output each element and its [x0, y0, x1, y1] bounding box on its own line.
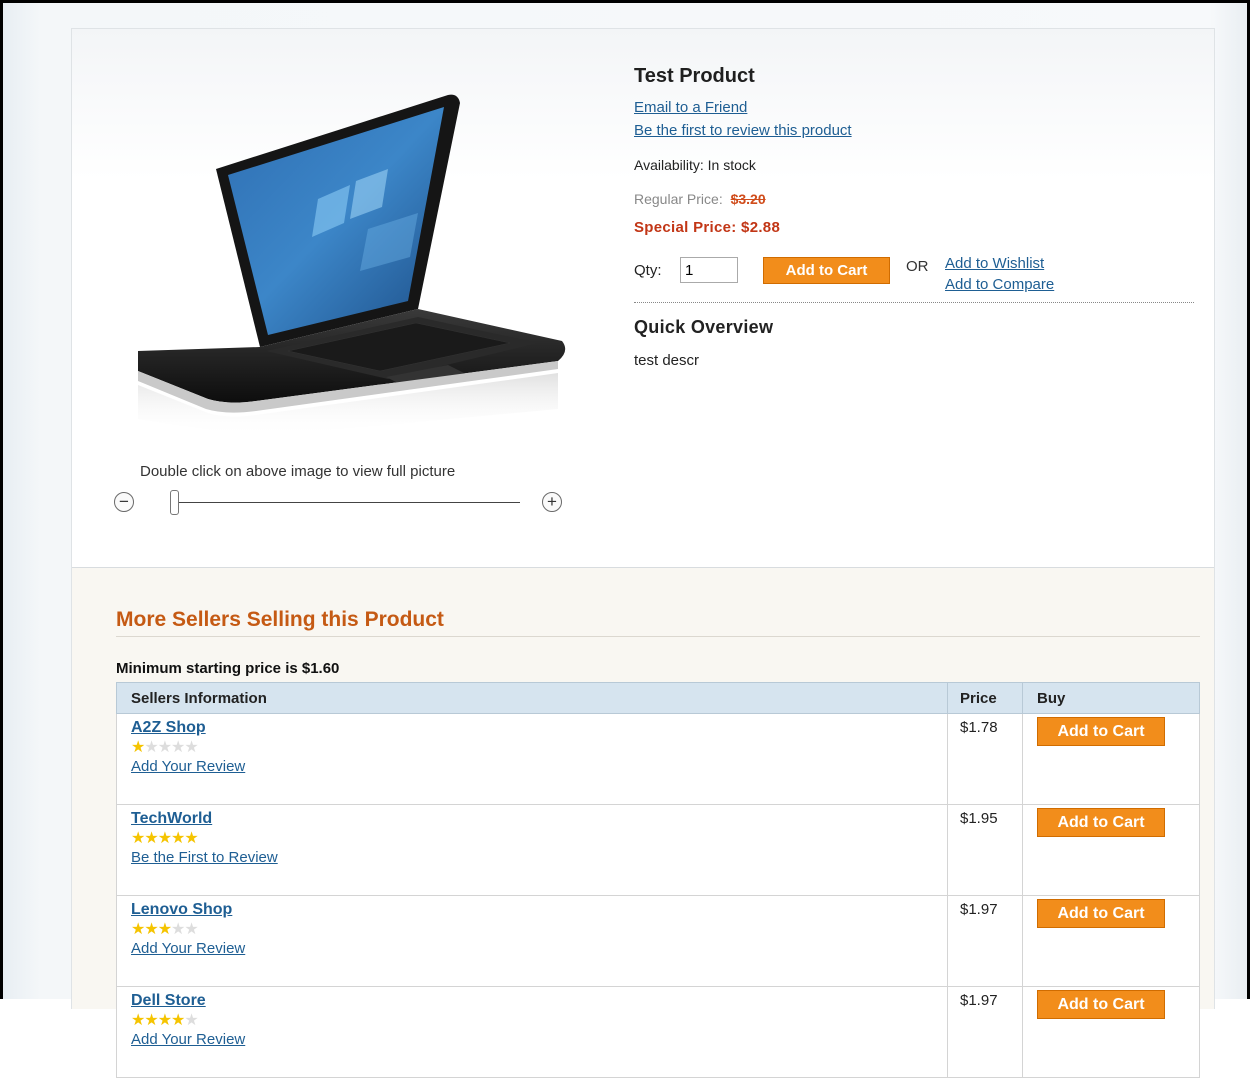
sellers-table: Sellers Information Price Buy A2Z Shop ★…: [116, 682, 1200, 1078]
seller-buy-cell: Add to Cart: [1022, 986, 1200, 1078]
seller-review-link[interactable]: Add Your Review: [131, 940, 245, 957]
add-to-wishlist-link[interactable]: Add to Wishlist: [945, 255, 1044, 272]
zoom-out-icon[interactable]: −: [114, 492, 134, 512]
table-header-row: Sellers Information Price Buy: [116, 682, 1200, 714]
regular-price-label: Regular Price:: [634, 191, 723, 207]
star-empty-icon: ★: [184, 1012, 198, 1029]
header-buy: Buy: [1022, 682, 1200, 714]
star-filled-icon: ★: [131, 1012, 145, 1029]
rating-stars: ★★★★★: [131, 1012, 933, 1030]
star-empty-icon: ★: [184, 739, 198, 756]
seller-price: $1.97: [947, 895, 1023, 987]
seller-name-link[interactable]: A2Z Shop: [131, 719, 933, 737]
star-filled-icon: ★: [157, 921, 172, 938]
star-empty-icon: ★: [144, 739, 158, 756]
table-row: Lenovo Shop ★★★★★ Add Your Review $1.97 …: [116, 895, 1200, 987]
seller-price: $1.95: [947, 804, 1023, 896]
browser-frame: Double click on above image to view full…: [0, 0, 1250, 1078]
seller-review-link[interactable]: Be the First to Review: [131, 849, 278, 866]
sellers-section-title: More Sellers Selling this Product: [116, 608, 444, 631]
rating-stars: ★★★★★: [131, 921, 933, 939]
star-filled-icon: ★: [157, 830, 172, 847]
regular-price: Regular Price: $3.20: [634, 191, 1194, 207]
zoom-track[interactable]: [174, 502, 520, 503]
image-zoom-hint: Double click on above image to view full…: [140, 463, 456, 480]
more-sellers-section: More Sellers Selling this Product Minimu…: [72, 568, 1214, 1078]
header-sellers-info: Sellers Information: [116, 682, 948, 714]
star-filled-icon: ★: [131, 921, 145, 938]
star-empty-icon: ★: [157, 739, 172, 756]
add-to-cart-button[interactable]: Add to Cart: [763, 257, 890, 284]
quick-overview-title: Quick Overview: [634, 317, 774, 337]
star-filled-icon: ★: [171, 830, 185, 847]
star-filled-icon: ★: [131, 830, 145, 847]
seller-add-to-cart-button[interactable]: Add to Cart: [1037, 899, 1165, 928]
seller-info-cell: TechWorld ★★★★★ Be the First to Review: [116, 804, 948, 896]
seller-price: $1.97: [947, 986, 1023, 1078]
star-filled-icon: ★: [157, 1012, 172, 1029]
star-filled-icon: ★: [171, 1012, 185, 1029]
review-product-link[interactable]: Be the first to review this product: [634, 122, 1194, 139]
seller-name-link[interactable]: TechWorld: [131, 810, 933, 828]
image-zoom-slider: − +: [114, 487, 574, 519]
email-friend-link[interactable]: Email to a Friend: [634, 99, 1194, 116]
seller-price: $1.78: [947, 713, 1023, 805]
zoom-in-icon[interactable]: +: [542, 492, 562, 512]
star-filled-icon: ★: [184, 830, 198, 847]
divider: [116, 636, 1200, 637]
star-filled-icon: ★: [131, 739, 145, 756]
header-price: Price: [947, 682, 1023, 714]
seller-review-link[interactable]: Add Your Review: [131, 758, 245, 775]
table-row: Dell Store ★★★★★ Add Your Review $1.97 A…: [116, 986, 1200, 1078]
availability-status: Availability: In stock: [634, 157, 756, 173]
table-row: TechWorld ★★★★★ Be the First to Review $…: [116, 804, 1200, 896]
seller-add-to-cart-button[interactable]: Add to Cart: [1037, 990, 1165, 1019]
rating-stars: ★★★★★: [131, 830, 933, 848]
qty-label: Qty:: [634, 262, 662, 279]
add-to-cart-form: Qty: Add to Cart OR Add to Wishlist Add …: [634, 254, 1194, 304]
star-filled-icon: ★: [144, 1012, 158, 1029]
star-empty-icon: ★: [184, 921, 198, 938]
zoom-handle[interactable]: [170, 490, 179, 515]
seller-review-link[interactable]: Add Your Review: [131, 1031, 245, 1048]
seller-name-link[interactable]: Lenovo Shop: [131, 901, 933, 919]
seller-name-link[interactable]: Dell Store: [131, 992, 933, 1010]
seller-info-cell: Lenovo Shop ★★★★★ Add Your Review: [116, 895, 948, 987]
product-page: Double click on above image to view full…: [71, 28, 1215, 1078]
seller-buy-cell: Add to Cart: [1022, 713, 1200, 805]
regular-price-value: $3.20: [730, 191, 766, 207]
seller-info-cell: Dell Store ★★★★★ Add Your Review: [116, 986, 948, 1078]
quick-overview-text: test descr: [634, 352, 700, 369]
special-price: Special Price: $2.88: [634, 219, 781, 236]
add-to-compare-link[interactable]: Add to Compare: [945, 276, 1054, 293]
laptop-image-icon: [138, 94, 566, 437]
star-filled-icon: ★: [144, 830, 158, 847]
product-title: Test Product: [634, 65, 755, 87]
star-empty-icon: ★: [171, 739, 185, 756]
rating-stars: ★★★★★: [131, 739, 933, 757]
or-text: OR: [906, 258, 929, 275]
seller-info-cell: A2Z Shop ★★★★★ Add Your Review: [116, 713, 948, 805]
minimum-price-text: Minimum starting price is $1.60: [116, 660, 340, 677]
seller-buy-cell: Add to Cart: [1022, 804, 1200, 896]
star-filled-icon: ★: [144, 921, 158, 938]
product-image[interactable]: [118, 89, 578, 439]
table-row: A2Z Shop ★★★★★ Add Your Review $1.78 Add…: [116, 713, 1200, 805]
seller-add-to-cart-button[interactable]: Add to Cart: [1037, 717, 1165, 746]
star-empty-icon: ★: [171, 921, 185, 938]
product-details-section: Double click on above image to view full…: [72, 29, 1214, 568]
seller-buy-cell: Add to Cart: [1022, 895, 1200, 987]
product-info: Test Product Email to a Friend Be the fi…: [634, 65, 1194, 369]
seller-add-to-cart-button[interactable]: Add to Cart: [1037, 808, 1165, 837]
qty-input[interactable]: [680, 257, 738, 283]
